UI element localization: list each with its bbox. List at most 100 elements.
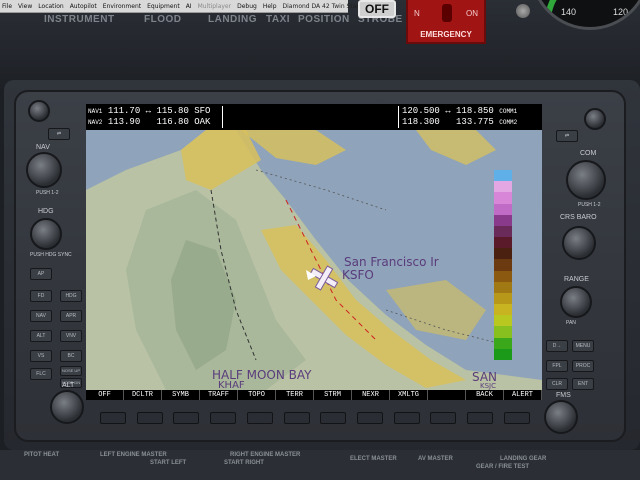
nav1-standby[interactable]: 115.80 [156,106,188,116]
com1-standby[interactable]: 118.850 [456,106,494,116]
nav-button[interactable]: NAV [30,310,52,322]
com-swap-button[interactable]: ⇄ [556,130,578,142]
com2-standby[interactable]: 133.775 [456,117,494,127]
fms-knob[interactable] [544,400,578,434]
nav1-active[interactable]: 111.70 [108,106,140,116]
softkey-alert[interactable]: ALERT [504,390,542,400]
hdg-button[interactable]: HDG [60,290,82,302]
softkey-traff[interactable]: TRAFF [200,390,238,400]
alt-button[interactable]: ALT [30,330,52,342]
softkey-bar: OFF DCLTR SYMB TRAFF TOPO TERR STRM NEXR XMLTG BA… [86,390,542,400]
map-label-khaf: KHAF [218,380,245,390]
softkey-off[interactable]: OFF [86,390,124,400]
label-flood: FLOOD [144,14,182,25]
bezel-key-5[interactable] [246,412,273,424]
softkey-xmltg[interactable]: XMLTG [390,390,428,400]
fms-knob-label: FMS [556,392,571,399]
menu-ai[interactable]: AI [186,3,192,10]
direct-to-button[interactable]: D→ [546,340,568,352]
hdg-knob[interactable] [30,218,62,250]
bezel-key-7[interactable] [320,412,347,424]
alt-knob[interactable] [50,390,84,424]
legend-swatch [494,237,512,249]
menu-autopilot[interactable]: Autopilot [70,3,97,10]
com2-active[interactable]: 118.300 [402,117,440,127]
nav-swap-button[interactable]: ⇄ [48,128,70,140]
com1-active[interactable]: 120.500 [402,106,440,116]
label-landing-gear: LANDING GEAR [500,456,547,462]
com-push-label: PUSH 1-2 [578,202,601,208]
bc-button[interactable]: BC [60,350,82,362]
menu-equipment[interactable]: Equipment [147,3,180,10]
softkey-symb[interactable]: SYMB [162,390,200,400]
softkey-topo[interactable]: TOPO [238,390,276,400]
moving-map[interactable]: San Francisco Ir KSFO HALF MOON BAY KHAF… [86,130,542,390]
com2-label: COMM2 [499,119,518,126]
emergency-switch[interactable]: N ON EMERGENCY [406,0,486,44]
ent-button[interactable]: ENT [572,378,594,390]
softkey-back[interactable]: BACK [466,390,504,400]
com-knob[interactable] [566,160,606,200]
menu-file[interactable]: File [2,3,12,10]
label-start-right: START RIGHT [224,460,264,466]
aircraft-title[interactable]: Diamond DA 42 Twin Star [283,3,359,10]
softkey-dcltr[interactable]: DCLTR [124,390,162,400]
emergency-left-label: N [414,9,420,18]
panel-knob[interactable] [516,4,530,18]
bezel-key-1[interactable] [100,412,126,424]
ap-button[interactable]: AP [30,268,52,280]
menu-debug[interactable]: Debug [237,3,257,10]
strobe-off-switch[interactable]: OFF [358,0,396,18]
hdg-push-label: PUSH HDG SYNC [30,252,72,258]
softkey-terr[interactable]: TERR [276,390,314,400]
label-gear-fire-test: GEAR / FIRE TEST [476,464,530,470]
menu-environment[interactable]: Environment [103,3,141,10]
bezel-key-10[interactable] [430,412,457,424]
flc-button[interactable]: FLC [30,368,52,380]
crs-baro-knob[interactable] [562,226,596,260]
label-pitot-heat: PITOT HEAT [24,452,60,458]
menu-location[interactable]: Location [38,3,63,10]
bezel-key-4[interactable] [210,412,237,424]
bezel-key-6[interactable] [283,412,310,424]
menu-view[interactable]: View [18,3,32,10]
bezel-key-8[interactable] [357,412,384,424]
nav-knob[interactable] [26,152,62,188]
menu-button[interactable]: MENU [572,340,594,352]
range-knob[interactable] [560,286,592,318]
proc-button[interactable]: PROC [572,360,594,372]
lower-switch-panel: PITOT HEAT LEFT ENGINE MASTER START LEFT… [0,450,640,480]
bezel-key-3[interactable] [173,412,200,424]
menu-multiplayer[interactable]: Multiplayer [198,3,232,10]
nav2-active[interactable]: 113.90 [108,117,140,127]
legend-swatch [494,259,512,271]
legend-swatch [494,181,512,193]
map-label-ksfo: KSFO [342,268,374,282]
vol-knob-left[interactable] [28,100,50,122]
nav1-ident: SFO [194,106,211,116]
fpl-button[interactable]: FPL [546,360,568,372]
clr-button[interactable]: CLR [546,378,568,390]
nav2-standby[interactable]: 116.80 [156,117,188,127]
bezel-key-2[interactable] [136,412,163,424]
menu-help[interactable]: Help [263,3,277,10]
nose-up-button[interactable]: NOSE UP [60,366,82,376]
vol-knob-right[interactable] [584,108,606,130]
vs-button[interactable]: VS [30,350,52,362]
bezel-key-12[interactable] [503,412,530,424]
softkey-nexr[interactable]: NEXR [352,390,390,400]
com1-label: COMM1 [499,108,518,115]
softkey-strm[interactable]: STRM [314,390,352,400]
softkey-blank-9[interactable] [428,390,466,400]
bezel-key-11[interactable] [467,412,494,424]
fd-button[interactable]: FD [30,290,52,302]
map-label-sf: San Francisco Ir [344,255,439,269]
label-left-engine-master: LEFT ENGINE MASTER [100,452,167,458]
apr-button[interactable]: APR [60,310,82,322]
bezel-key-9[interactable] [393,412,420,424]
emergency-label: EMERGENCY [420,30,472,39]
emergency-toggle[interactable] [442,4,452,22]
legend-swatch [494,292,512,305]
radio-divider-left [222,106,223,128]
vnv-button[interactable]: VNV [60,330,82,342]
